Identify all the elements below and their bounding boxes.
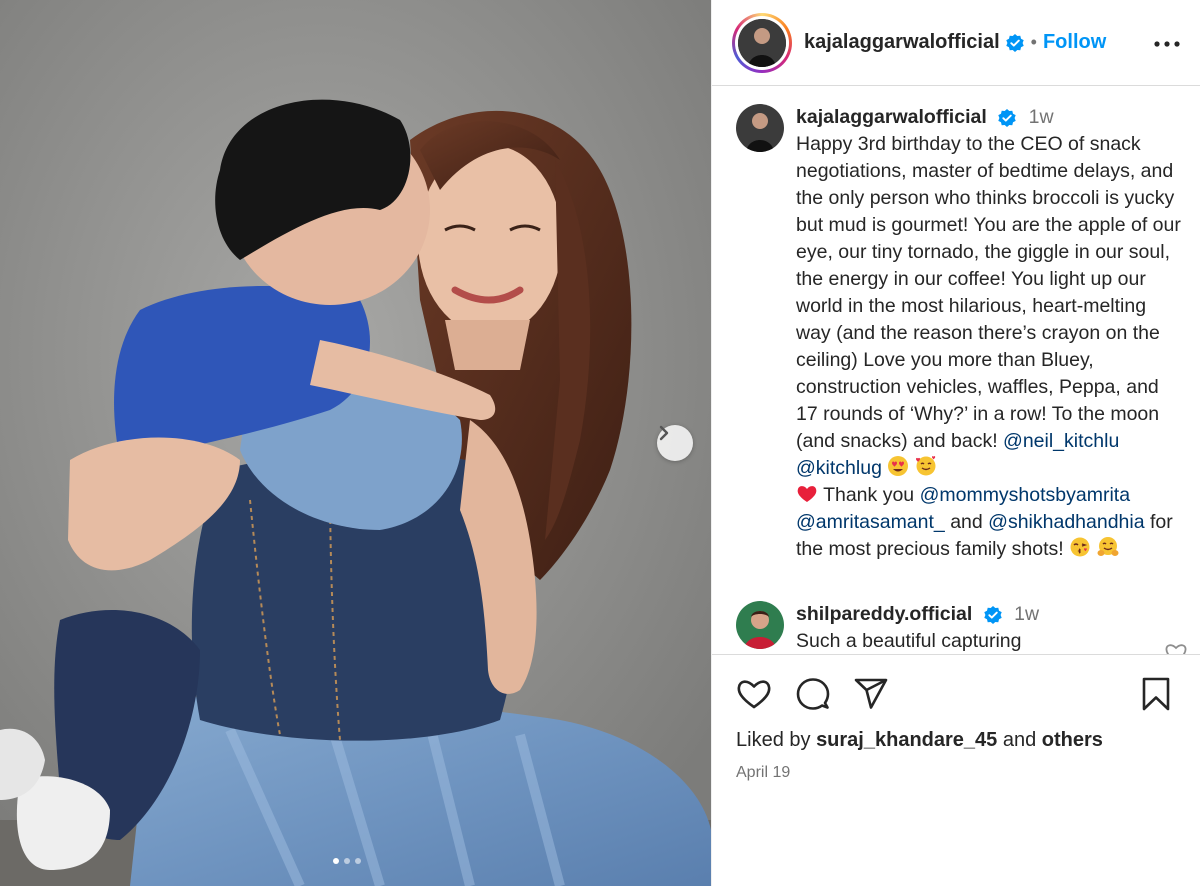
- follow-button[interactable]: Follow: [1043, 31, 1106, 54]
- profile-photo: [736, 104, 784, 152]
- kiss-emoji-icon: [1070, 537, 1090, 557]
- verified-badge-icon: [998, 108, 1016, 127]
- verified-badge-icon: [983, 605, 1002, 624]
- more-icon: [1154, 40, 1180, 47]
- mention-link[interactable]: @amritasamant_: [796, 511, 945, 533]
- post-photo: [0, 0, 711, 886]
- profile-photo: [736, 601, 784, 649]
- like-button[interactable]: [736, 678, 772, 710]
- chevron-right-icon: [659, 425, 669, 441]
- caption-main-text: Happy 3rd birthday to the CEO of snack n…: [796, 133, 1181, 452]
- red-heart-emoji-icon: [797, 486, 817, 502]
- liked-by-others[interactable]: others: [1042, 729, 1103, 751]
- avatar[interactable]: [736, 601, 784, 649]
- caption-time[interactable]: 1w: [1029, 106, 1054, 128]
- liked-by-prefix: Liked by: [736, 729, 811, 751]
- mention-link[interactable]: @shikhadhandhia: [988, 511, 1144, 533]
- comment-icon: [796, 678, 830, 710]
- post-caption: kajalaggarwalofficial 1w Happy 3rd birth…: [712, 104, 1200, 563]
- thank-you-text: Thank you: [823, 484, 915, 506]
- liked-by-and: and: [1002, 729, 1037, 751]
- smiling-hearts-emoji-icon: [915, 456, 936, 476]
- caption-text: Happy 3rd birthday to the CEO of snack n…: [796, 131, 1181, 563]
- action-bar: [712, 655, 1200, 711]
- heart-icon: [737, 680, 771, 709]
- hugging-face-emoji-icon: [1097, 537, 1119, 556]
- more-options-button[interactable]: [1154, 34, 1180, 52]
- post-media[interactable]: [0, 0, 711, 886]
- likes-summary[interactable]: Liked by suraj_khandare_45 and others: [712, 729, 1200, 752]
- mention-link[interactable]: @kitchlug: [796, 457, 882, 479]
- carousel-dot: [344, 858, 350, 864]
- comment-item: shilpareddy.official 1w Such a beautiful…: [712, 601, 1200, 654]
- comment-time[interactable]: 1w: [1014, 603, 1039, 625]
- comments-section[interactable]: kajalaggarwalofficial 1w Happy 3rd birth…: [712, 87, 1200, 654]
- share-button[interactable]: [854, 678, 888, 710]
- comment-button[interactable]: [796, 677, 830, 711]
- avatar[interactable]: [732, 12, 792, 73]
- post-actions-section: Liked by suraj_khandare_45 and others Ap…: [712, 654, 1200, 782]
- carousel-next-button[interactable]: [657, 425, 693, 461]
- and-text: and: [950, 511, 983, 533]
- verified-badge-icon: [1005, 33, 1024, 52]
- header-separator: •: [1030, 32, 1037, 52]
- heart-icon: [1165, 644, 1187, 654]
- comment-text: Such a beautiful capturing: [796, 630, 1022, 652]
- avatar[interactable]: [736, 104, 784, 152]
- mention-link[interactable]: @mommyshotsbyamrita: [920, 484, 1131, 506]
- carousel-dot: [355, 858, 361, 864]
- comment-username[interactable]: shilpareddy.official: [796, 603, 972, 625]
- caption-username[interactable]: kajalaggarwalofficial: [796, 106, 987, 128]
- carousel-indicator: [333, 858, 361, 864]
- profile-photo: [738, 18, 786, 67]
- comment-like-button[interactable]: [1164, 642, 1188, 654]
- header-username[interactable]: kajalaggarwalofficial: [804, 31, 1000, 54]
- mention-link[interactable]: @neil_kitchlu: [1003, 430, 1119, 452]
- bookmark-icon: [1142, 677, 1170, 711]
- post-header: kajalaggarwalofficial • Follow: [712, 0, 1200, 86]
- carousel-dot: [333, 858, 339, 864]
- heart-eyes-emoji-icon: [888, 456, 909, 476]
- post-date[interactable]: April 19: [712, 764, 1200, 782]
- save-button[interactable]: [1141, 677, 1171, 711]
- post-side-panel: kajalaggarwalofficial • Follow kajalagga…: [711, 0, 1200, 886]
- liked-by-username[interactable]: suraj_khandare_45: [816, 729, 997, 751]
- share-icon: [854, 678, 888, 709]
